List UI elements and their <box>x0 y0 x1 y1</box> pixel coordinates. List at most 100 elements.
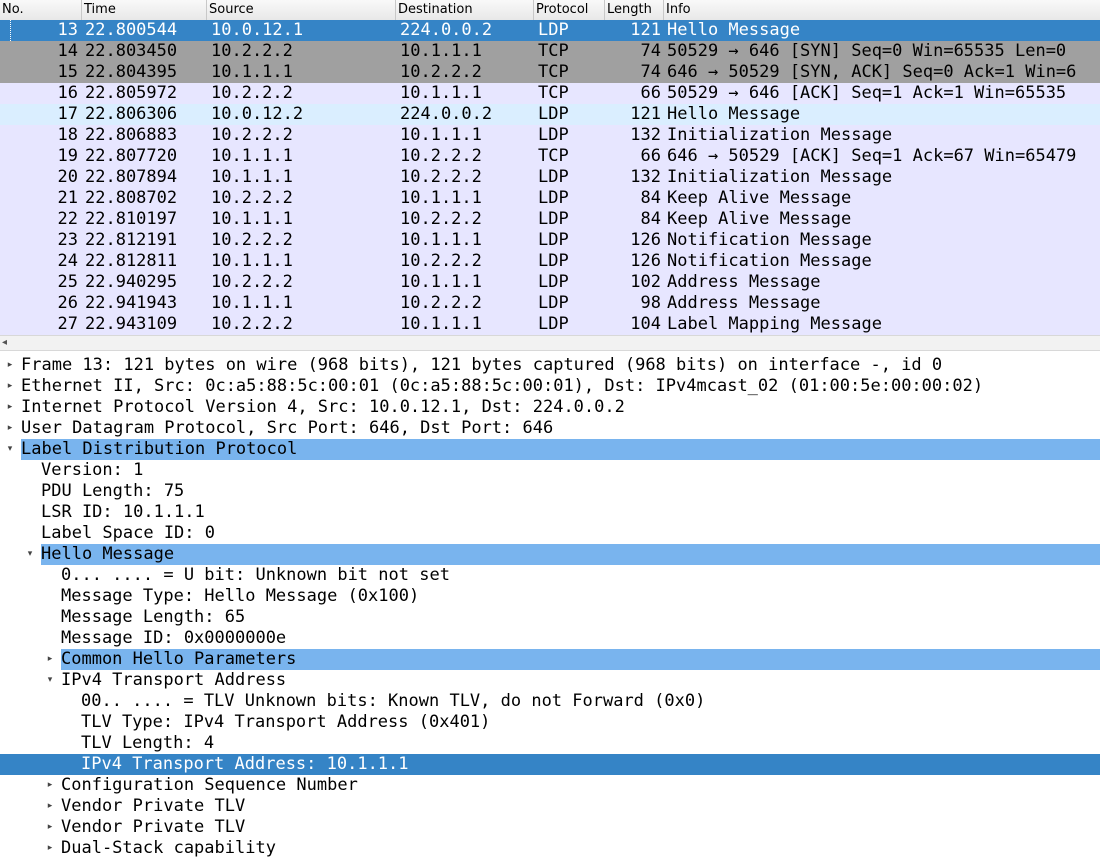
triangle-right-icon[interactable]: ▸ <box>44 796 56 817</box>
detail-tree-item-label: 0... .... = U bit: Unknown bit not set <box>61 565 450 585</box>
detail-tree-item-label: Configuration Sequence Number <box>61 775 358 795</box>
packet-info: 646 → 50529 [SYN, ACK] Seq=0 Ack=1 Win=6 <box>667 62 1077 82</box>
triangle-right-icon[interactable]: ▸ <box>4 397 16 418</box>
triangle-right-icon[interactable]: ▸ <box>4 418 16 439</box>
detail-tree-item[interactable]: ▾ IPv4 Transport Address <box>0 670 1100 691</box>
detail-tree-item[interactable]: ▾ Label Distribution Protocol <box>0 439 1100 460</box>
packet-length: 66 <box>640 146 661 166</box>
packet-row[interactable]: 25 22.940295 10.2.2.2 10.1.1.1 LDP 102 Address… <box>0 272 1100 293</box>
detail-tree-item[interactable]: ▸ User Datagram Protocol, Src Port: 646, … <box>0 418 1100 439</box>
detail-tree-item[interactable]: PDU Length: 75 <box>0 481 1100 502</box>
column-header-time[interactable]: Time <box>82 0 207 20</box>
triangle-right-icon[interactable]: ▸ <box>44 649 56 670</box>
packet-row[interactable]: 19 22.807720 10.1.1.1 10.2.2.2 TCP 66 646 → 50… <box>0 146 1100 167</box>
packet-row[interactable]: 18 22.806883 10.2.2.2 10.1.1.1 LDP 132 Initial… <box>0 125 1100 146</box>
detail-tree-item-label: 00.. .... = TLV Unknown bits: Known TLV,… <box>81 691 706 711</box>
packet-length: 66 <box>640 83 661 103</box>
detail-tree-item-label: Dual-Stack capability <box>61 838 276 858</box>
detail-tree-item[interactable]: Message Type: Hello Message (0x100) <box>0 586 1100 607</box>
row-highlight <box>41 544 1100 565</box>
triangle-right-icon[interactable]: ▸ <box>44 775 56 796</box>
detail-tree-item-label: Ethernet II, Src: 0c:a5:88:5c:00:01 (0c:… <box>21 376 984 396</box>
detail-tree-item-label: Vendor Private TLV <box>61 817 246 837</box>
detail-tree-item[interactable]: ▸ Frame 13: 121 bytes on wire (968 bits),… <box>0 355 1100 376</box>
packet-row[interactable]: 21 22.808702 10.2.2.2 10.1.1.1 LDP 84 Keep Ali… <box>0 188 1100 209</box>
packet-list[interactable]: No. Time Source Destination Protocol Len… <box>0 0 1100 351</box>
packet-length: 74 <box>640 62 661 82</box>
detail-tree-item[interactable]: Version: 1 <box>0 460 1100 481</box>
packet-length: 102 <box>630 272 661 292</box>
packet-row[interactable]: 26 22.941943 10.1.1.1 10.2.2.2 LDP 98 Address … <box>0 293 1100 314</box>
packet-length: 104 <box>630 314 661 334</box>
packet-row[interactable]: 27 22.943109 10.2.2.2 10.1.1.1 LDP 104 Label M… <box>0 314 1100 335</box>
packet-row[interactable]: 14 22.803450 10.2.2.2 10.1.1.1 TCP 74 50529 → … <box>0 41 1100 62</box>
detail-tree-item[interactable]: IPv4 Transport Address: 10.1.1.1 <box>0 754 1100 775</box>
triangle-down-icon[interactable]: ▾ <box>4 439 16 460</box>
packet-info: 50529 → 646 [SYN] Seq=0 Win=65535 Len=0 <box>667 41 1067 61</box>
column-header-protocol[interactable]: Protocol <box>534 0 605 20</box>
detail-tree-item-label: Vendor Private TLV <box>61 796 246 816</box>
detail-tree-item[interactable]: Message ID: 0x0000000e <box>0 628 1100 649</box>
detail-tree-item[interactable]: ▸ Common Hello Parameters <box>0 649 1100 670</box>
packet-row[interactable]: 22 22.810197 10.1.1.1 10.2.2.2 LDP 84 Keep Ali… <box>0 209 1100 230</box>
packet-row[interactable]: 20 22.807894 10.1.1.1 10.2.2.2 LDP 132 Initial… <box>0 167 1100 188</box>
detail-tree-item[interactable]: 00.. .... = TLV Unknown bits: Known TLV,… <box>0 691 1100 712</box>
column-header-no[interactable]: No. <box>0 0 82 20</box>
packet-length: 84 <box>640 188 661 208</box>
detail-tree-item[interactable]: TLV Type: IPv4 Transport Address (0x401) <box>0 712 1100 733</box>
packet-info: Notification Message <box>667 230 872 250</box>
detail-tree-item[interactable]: ▸ Vendor Private TLV <box>0 796 1100 817</box>
packet-length: 74 <box>640 41 661 61</box>
packet-rows: 13 22.800544 10.0.12.1 224.0.0.2 LDP 121 Hello… <box>0 20 1100 335</box>
packet-info: 50529 → 646 [ACK] Seq=1 Ack=1 Win=65535 <box>667 83 1067 103</box>
detail-tree-item[interactable]: TLV Length: 4 <box>0 733 1100 754</box>
detail-tree-item[interactable]: ▸ Dual-Stack capability <box>0 838 1100 859</box>
packet-length: 132 <box>630 167 661 187</box>
column-header-destination[interactable]: Destination <box>396 0 534 20</box>
detail-tree-item-label: TLV Length: 4 <box>81 733 215 753</box>
packet-info: Notification Message <box>667 251 872 271</box>
detail-tree-item-label: Message Type: Hello Message (0x100) <box>61 586 420 606</box>
detail-tree-item-label: Label Space ID: 0 <box>41 523 215 543</box>
detail-tree-item-label: Label Distribution Protocol <box>21 439 298 459</box>
column-header-length[interactable]: Length <box>605 0 664 20</box>
detail-tree-item[interactable]: Label Space ID: 0 <box>0 523 1100 544</box>
packet-length: 98 <box>640 293 661 313</box>
packet-length: 84 <box>640 209 661 229</box>
triangle-down-icon[interactable]: ▾ <box>24 544 36 565</box>
column-header-info[interactable]: Info <box>664 0 1100 20</box>
packet-row[interactable]: 13 22.800544 10.0.12.1 224.0.0.2 LDP 121 Hello… <box>0 20 1100 41</box>
packet-row[interactable]: 24 22.812811 10.1.1.1 10.2.2.2 LDP 126 Notific… <box>0 251 1100 272</box>
column-header-source[interactable]: Source <box>207 0 396 20</box>
scroll-left-arrow-icon[interactable]: ◂ <box>2 336 7 350</box>
detail-tree-item[interactable]: ▸ Configuration Sequence Number <box>0 775 1100 796</box>
triangle-right-icon[interactable]: ▸ <box>44 817 56 838</box>
packet-length: 132 <box>630 125 661 145</box>
packet-row[interactable]: 16 22.805972 10.2.2.2 10.1.1.1 TCP 66 50529 → … <box>0 83 1100 104</box>
packet-row[interactable]: 15 22.804395 10.1.1.1 10.2.2.2 TCP 74 646 → 50… <box>0 62 1100 83</box>
packet-details-tree[interactable]: ▸ Frame 13: 121 bytes on wire (968 bits),… <box>0 355 1100 864</box>
detail-tree-item-label: Message ID: 0x0000000e <box>61 628 287 648</box>
horizontal-scrollbar[interactable]: ◂ <box>0 335 1100 351</box>
packet-info: Hello Message <box>667 20 801 40</box>
detail-tree-item[interactable]: ▸ Ethernet II, Src: 0c:a5:88:5c:00:01 (0c… <box>0 376 1100 397</box>
packet-info: Hello Message <box>667 104 801 124</box>
packet-list-header: No. Time Source Destination Protocol Len… <box>0 0 1100 21</box>
triangle-right-icon[interactable]: ▸ <box>44 838 56 859</box>
detail-tree-item[interactable]: ▸ Internet Protocol Version 4, Src: 10.0.… <box>0 397 1100 418</box>
packet-info: Label Mapping Message <box>667 314 882 334</box>
detail-tree-item[interactable]: ▾ Hello Message <box>0 544 1100 565</box>
triangle-right-icon[interactable]: ▸ <box>4 355 16 376</box>
packet-info: Initialization Message <box>667 125 893 145</box>
detail-tree-item[interactable]: 0... .... = U bit: Unknown bit not set <box>0 565 1100 586</box>
detail-tree-item-label: TLV Type: IPv4 Transport Address (0x401) <box>81 712 491 732</box>
detail-tree-item[interactable]: ▸ Vendor Private TLV <box>0 817 1100 838</box>
detail-tree-item-label: LSR ID: 10.1.1.1 <box>41 502 205 522</box>
detail-tree-item-label: IPv4 Transport Address: 10.1.1.1 <box>81 754 409 774</box>
triangle-right-icon[interactable]: ▸ <box>4 376 16 397</box>
detail-tree-item[interactable]: LSR ID: 10.1.1.1 <box>0 502 1100 523</box>
packet-row[interactable]: 17 22.806306 10.0.12.2 224.0.0.2 LDP 121 Hello… <box>0 104 1100 125</box>
packet-row[interactable]: 23 22.812191 10.2.2.2 10.1.1.1 LDP 126 Notific… <box>0 230 1100 251</box>
detail-tree-item[interactable]: Message Length: 65 <box>0 607 1100 628</box>
triangle-down-icon[interactable]: ▾ <box>44 670 56 691</box>
